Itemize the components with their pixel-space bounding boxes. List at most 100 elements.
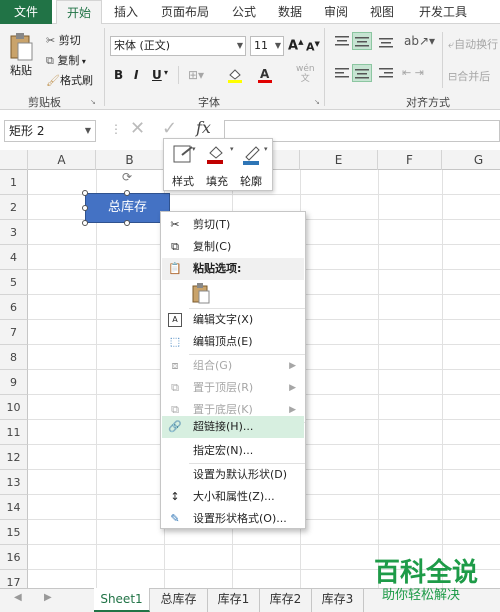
align-center-icon[interactable] [352, 64, 372, 82]
column-header[interactable]: F [378, 150, 442, 170]
phonetic-icon[interactable]: wén 文 [296, 64, 315, 84]
menu-item-edit-text[interactable]: A 编辑文字(X) [162, 309, 304, 331]
dialog-launcher-icon[interactable]: ↘ [314, 98, 320, 106]
sheet-tab[interactable]: 库存3 [312, 588, 364, 612]
align-left-icon[interactable] [334, 66, 350, 80]
sheet-tab[interactable]: 库存2 [260, 588, 312, 612]
orientation-icon[interactable]: ab↗▾ [404, 34, 435, 48]
tab-insert[interactable]: 插入 [106, 0, 146, 24]
tab-view[interactable]: 视图 [362, 0, 402, 24]
style-button[interactable]: 样式 [172, 173, 194, 189]
menu-item-size-properties[interactable]: ↕ 大小和属性(Z)... [162, 486, 304, 508]
menu-item-copy[interactable]: ⧉ 复制(C) [162, 236, 304, 258]
row-header[interactable]: 1 [0, 170, 28, 195]
fill-color-icon[interactable] [226, 66, 244, 84]
indent-icon[interactable]: ⇤ ⇥ [402, 66, 424, 79]
row-header[interactable]: 5 [0, 270, 28, 295]
underline-button[interactable]: U [152, 68, 162, 82]
row-header[interactable]: 15 [0, 520, 28, 545]
row-header[interactable]: 7 [0, 320, 28, 345]
resize-handle[interactable] [82, 205, 88, 211]
align-top-icon[interactable] [334, 34, 350, 48]
menu-item-bring-to-front[interactable]: ⧉ 置于顶层(R) ▶ [162, 377, 304, 399]
row-header[interactable]: 14 [0, 495, 28, 520]
font-color-icon[interactable]: A [256, 66, 274, 84]
row-header[interactable]: 12 [0, 445, 28, 470]
font-name-select[interactable]: 宋体 (正文) ▼ [110, 36, 246, 56]
tab-home[interactable]: 开始 [56, 0, 102, 25]
row-header[interactable]: 16 [0, 545, 28, 570]
column-header[interactable]: E [300, 150, 378, 170]
cancel-icon[interactable]: ✕ [130, 118, 145, 139]
bold-button[interactable]: B [114, 68, 123, 82]
merge-button[interactable]: ⊟合并后 [448, 68, 490, 84]
wrap-text-button[interactable]: ⤶自动换行 [448, 36, 498, 52]
menu-item-group[interactable]: ⧈ 组合(G) ▶ [162, 355, 304, 377]
tab-developer[interactable]: 开发工具 [410, 0, 476, 24]
row-header[interactable]: 13 [0, 470, 28, 495]
row-header[interactable]: 2 [0, 195, 28, 220]
sheet-tab[interactable]: 库存1 [208, 588, 260, 612]
row-header[interactable]: 11 [0, 420, 28, 445]
column-header[interactable]: B [96, 150, 164, 170]
scroll-left-icon[interactable]: ◀ [14, 592, 22, 603]
menu-item-edit-points[interactable]: ⬚ 编辑顶点(E) [162, 331, 304, 353]
shape-outline-icon[interactable] [240, 143, 264, 167]
tab-file[interactable]: 文件 [0, 0, 52, 24]
tab-data[interactable]: 数据 [270, 0, 310, 24]
row-header[interactable]: 8 [0, 345, 28, 370]
format-painter-button[interactable]: 🖌格式刷 [46, 72, 93, 88]
dialog-launcher-icon[interactable]: ↘ [90, 98, 96, 106]
column-header[interactable]: A [28, 150, 96, 170]
sheet-tab[interactable]: 总库存 [150, 588, 208, 612]
sheet-tab[interactable]: Sheet1 [94, 588, 150, 612]
resize-handle[interactable] [124, 190, 130, 196]
resize-handle[interactable] [124, 220, 130, 226]
underline-dropdown[interactable]: ▾ [164, 68, 168, 77]
shape-text: 总库存 [107, 200, 147, 215]
menu-item-cut[interactable]: ✂ 剪切(T) [162, 214, 304, 236]
align-middle-icon[interactable] [352, 32, 372, 50]
name-box[interactable]: 矩形 2 ▼ [4, 120, 96, 142]
scissors-icon: ✂ [46, 34, 59, 47]
paste-icon[interactable] [8, 32, 34, 62]
tab-formulas[interactable]: 公式 [224, 0, 264, 24]
row-header[interactable]: 6 [0, 295, 28, 320]
hyperlink-icon: 🔗 [168, 420, 182, 433]
italic-button[interactable]: I [134, 68, 138, 82]
row-header[interactable]: 4 [0, 245, 28, 270]
enter-icon[interactable]: ✓ [162, 118, 177, 139]
select-all-corner[interactable] [0, 150, 28, 170]
row-header[interactable]: 3 [0, 220, 28, 245]
resize-handle[interactable] [82, 220, 88, 226]
alignment-group-label: 对齐方式 [406, 96, 450, 109]
menu-item-assign-macro[interactable]: 指定宏(N)... [162, 440, 304, 462]
rectangle-shape[interactable]: 总库存 [85, 193, 170, 223]
align-bottom-icon[interactable] [378, 34, 394, 48]
column-header[interactable]: G [442, 150, 500, 170]
rotate-handle-icon[interactable]: ⟳ [122, 170, 132, 184]
row-header[interactable]: 9 [0, 370, 28, 395]
row-header[interactable]: 10 [0, 395, 28, 420]
scroll-right-icon[interactable]: ▶ [44, 592, 52, 603]
menu-item-label: 编辑顶点(E) [193, 335, 253, 348]
border-icon[interactable]: ⊞▾ [188, 68, 204, 82]
tab-review[interactable]: 审阅 [316, 0, 356, 24]
cut-button[interactable]: ✂ 剪切 [46, 32, 81, 48]
menu-item-format-shape[interactable]: ✎ 设置形状格式(O)... [162, 508, 304, 530]
grow-font-button[interactable]: A▲ [288, 38, 303, 53]
shape-fill-icon[interactable] [204, 143, 228, 167]
shrink-font-button[interactable]: A▼ [306, 40, 320, 54]
tab-page-layout[interactable]: 页面布局 [152, 0, 218, 24]
menu-item-set-default-shape[interactable]: 设置为默认形状(D) [162, 464, 304, 486]
paste-button[interactable]: 粘贴 [10, 62, 32, 78]
resize-handle[interactable] [82, 190, 88, 196]
menu-item-hyperlink[interactable]: 🔗 超链接(H)... [162, 416, 304, 438]
insert-function-button[interactable]: fx [196, 118, 211, 137]
copy-button[interactable]: ⧉ 复制 ▾ [46, 52, 86, 68]
align-right-icon[interactable] [378, 66, 394, 80]
outline-button[interactable]: 轮廓 [240, 173, 262, 189]
font-size-select[interactable]: 11 ▼ [250, 36, 284, 56]
paste-icon[interactable] [191, 282, 211, 304]
fill-button[interactable]: 填充 [206, 173, 228, 189]
